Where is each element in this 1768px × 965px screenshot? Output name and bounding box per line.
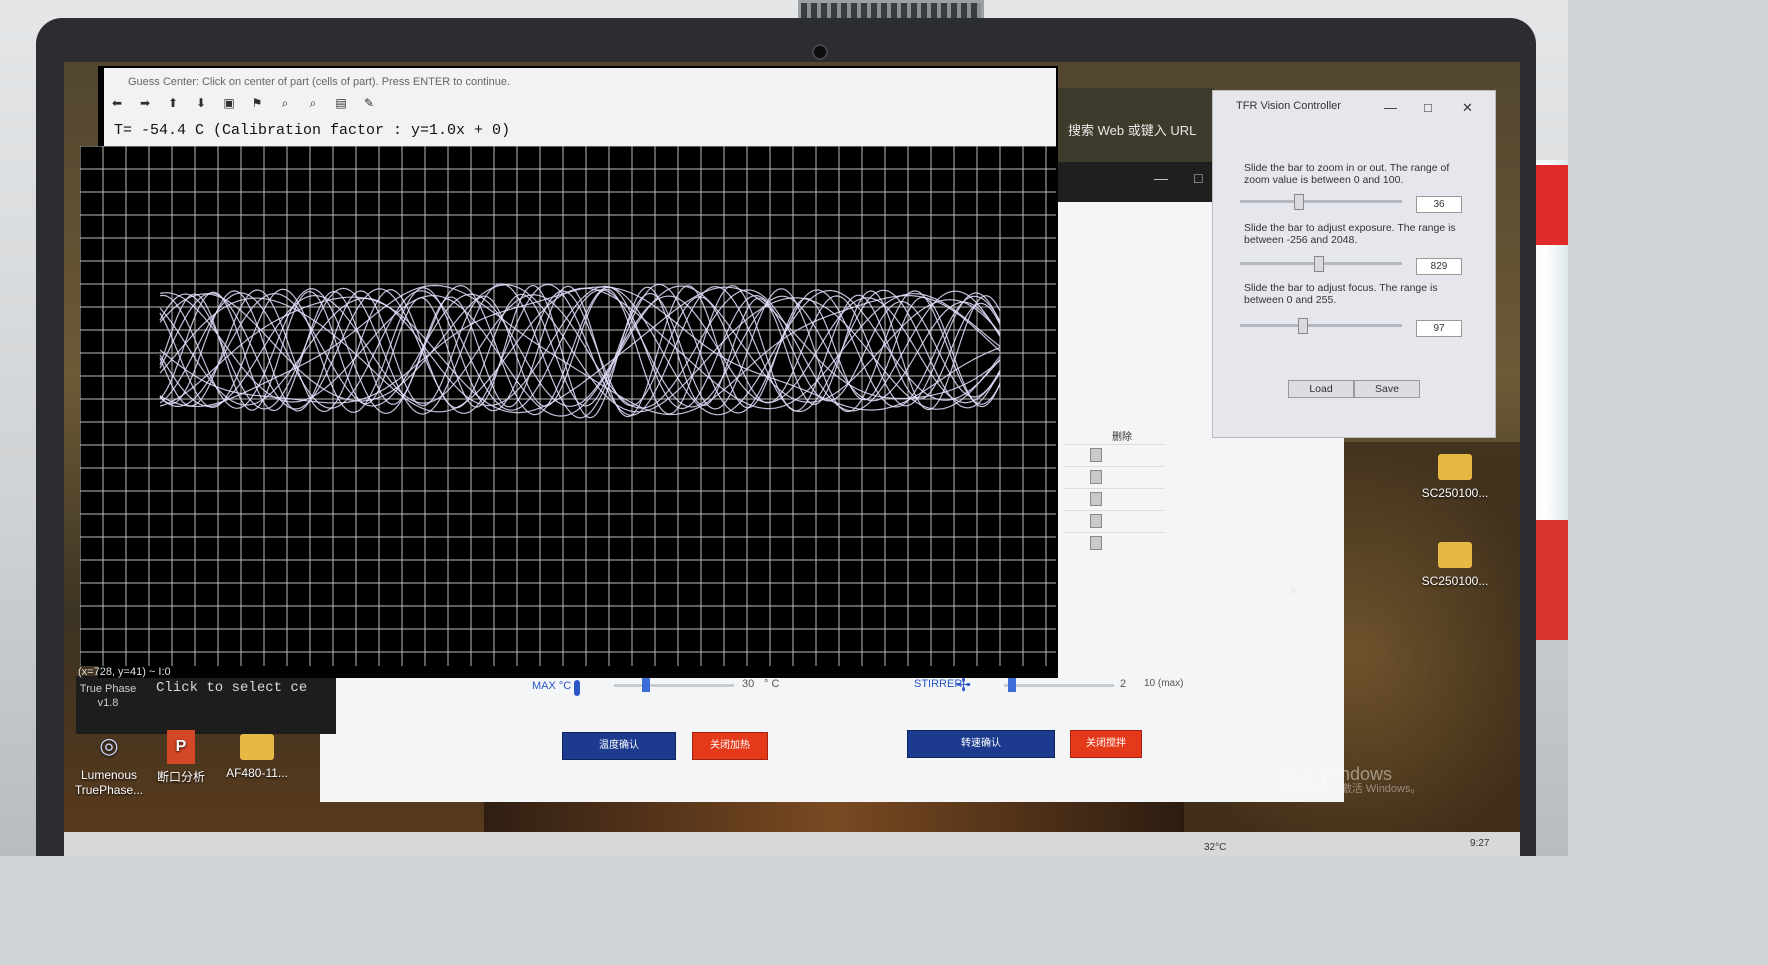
browser-minimize-icon[interactable]: —: [1154, 170, 1168, 186]
tfr-minimize-icon[interactable]: —: [1384, 100, 1397, 115]
arrow-down-icon[interactable]: ⬇: [194, 96, 208, 110]
focus-value[interactable]: 97: [1416, 320, 1462, 337]
desktop-icon-label: AF480-11...: [226, 766, 288, 780]
temp-slider-knob[interactable]: [642, 678, 650, 692]
tfr-close-icon[interactable]: ✕: [1462, 100, 1473, 116]
confirm-speed-button[interactable]: 转速确认: [907, 730, 1055, 758]
folder-icon: [1438, 454, 1472, 480]
lissajous-trace: [159, 283, 1001, 419]
graph-toolbar: [104, 94, 1056, 116]
app-version: v1.8: [97, 697, 119, 709]
load-button[interactable]: Load: [1288, 380, 1354, 398]
temp-value: 30: [742, 678, 755, 690]
zoom-slider-track[interactable]: [1240, 200, 1402, 203]
stirrer-value: 2: [1120, 678, 1127, 690]
stirrer-slider-knob[interactable]: [1008, 678, 1016, 692]
zoom-out-icon[interactable]: ⌕: [306, 96, 320, 110]
thermometer-icon: [574, 680, 580, 696]
max-temp-label: MAX °C: [532, 680, 572, 692]
lumenous-app-icon: ◎: [99, 733, 119, 758]
table-row: [1064, 532, 1164, 555]
focus-slider-knob[interactable]: [1298, 318, 1308, 334]
zoom-in-icon[interactable]: ⌕: [278, 96, 292, 110]
browser-address-bar[interactable]: 搜索 Web 或键入 URL: [1068, 120, 1196, 139]
zoom-value[interactable]: 36: [1416, 196, 1462, 213]
desktop-icon-folder[interactable]: SC250100...: [1410, 542, 1500, 589]
weather-temp[interactable]: 32°C: [1204, 842, 1226, 853]
exposure-value[interactable]: 829: [1416, 258, 1462, 275]
activation-watermark-sub: 转到"设置"以激活 Windows。: [1278, 783, 1422, 795]
desktop-icon-folder[interactable]: SC250100...: [1410, 454, 1500, 501]
delete-icon[interactable]: [1090, 470, 1102, 484]
brush-icon[interactable]: ✎: [362, 96, 376, 110]
focus-slider-track[interactable]: [1240, 324, 1402, 327]
close-heat-button[interactable]: 关闭加热: [692, 732, 768, 760]
close-stir-button[interactable]: 关闭搅拌: [1070, 730, 1142, 758]
graph-window-title: Guess Center: Click on center of part (c…: [104, 68, 1056, 96]
mouse-cursor-icon: ➤: [1288, 582, 1300, 598]
cursor-status: (x=728, y=41) ~ I:0: [78, 666, 171, 678]
arrow-right-icon[interactable]: ➡: [138, 96, 152, 110]
table-row: [1064, 466, 1164, 489]
arrow-up-icon[interactable]: ⬆: [166, 96, 180, 110]
temp-unit: ° C: [764, 678, 780, 690]
browser-toolbar: [1054, 162, 1214, 202]
delete-icon[interactable]: [1090, 448, 1102, 462]
save-button[interactable]: Save: [1354, 380, 1420, 398]
stirrer-max: 10 (max): [1144, 678, 1184, 689]
table-row: [1064, 510, 1164, 533]
terminal-side-label: True Phase v1.8: [76, 682, 140, 710]
exposure-description: Slide the bar to adjust exposure. The ra…: [1244, 222, 1456, 246]
folder-icon: [1438, 542, 1472, 568]
stirrer-slider-track[interactable]: [1004, 684, 1114, 687]
zoom-slider-knob[interactable]: [1294, 194, 1304, 210]
comment-icon[interactable]: ⚑: [250, 96, 264, 110]
table-row: [1064, 488, 1164, 511]
desktop-icon-label: SC250100...: [1421, 574, 1489, 588]
desktop-icon-folder[interactable]: AF480-11...: [212, 734, 302, 781]
exposure-slider-knob[interactable]: [1314, 256, 1324, 272]
screen: 搜索 Web 或键入 URL — □ 删除 MAX °C 30 ° C STIR…: [64, 62, 1520, 856]
arrow-left-icon[interactable]: ⬅: [110, 96, 124, 110]
browser-maximize-icon[interactable]: □: [1194, 170, 1202, 186]
powerpoint-icon: P: [167, 730, 195, 764]
temp-slider-track[interactable]: [614, 684, 734, 687]
folder-icon: [240, 734, 274, 760]
delete-icon[interactable]: [1090, 536, 1102, 550]
tfr-maximize-icon[interactable]: □: [1424, 100, 1432, 115]
box-icon[interactable]: ▣: [222, 96, 236, 110]
stirrer-icon: ✢: [956, 675, 972, 695]
table-row: [1064, 444, 1164, 467]
desktop-icon-label: SC250100...: [1421, 486, 1489, 500]
terminal-prompt: Click to select ce: [156, 680, 308, 696]
confirm-temp-button[interactable]: 温度确认: [562, 732, 676, 760]
save-icon[interactable]: ▤: [334, 96, 348, 110]
table-header-delete: 删除: [1112, 432, 1132, 443]
temperature-readout: T= -54.4 C (Calibration factor : y=1.0x …: [104, 114, 1056, 148]
app-name: True Phase: [79, 683, 137, 695]
taskbar: [64, 832, 1520, 856]
delete-icon[interactable]: [1090, 514, 1102, 528]
webcam: [812, 44, 828, 60]
focus-description: Slide the bar to adjust focus. The range…: [1244, 282, 1438, 306]
delete-icon[interactable]: [1090, 492, 1102, 506]
plot-area[interactable]: [80, 146, 1056, 666]
zoom-description: Slide the bar to zoom in or out. The ran…: [1244, 162, 1450, 186]
tfr-title: TFR Vision Controller: [1236, 100, 1341, 112]
clock[interactable]: 9:27: [1470, 838, 1489, 849]
